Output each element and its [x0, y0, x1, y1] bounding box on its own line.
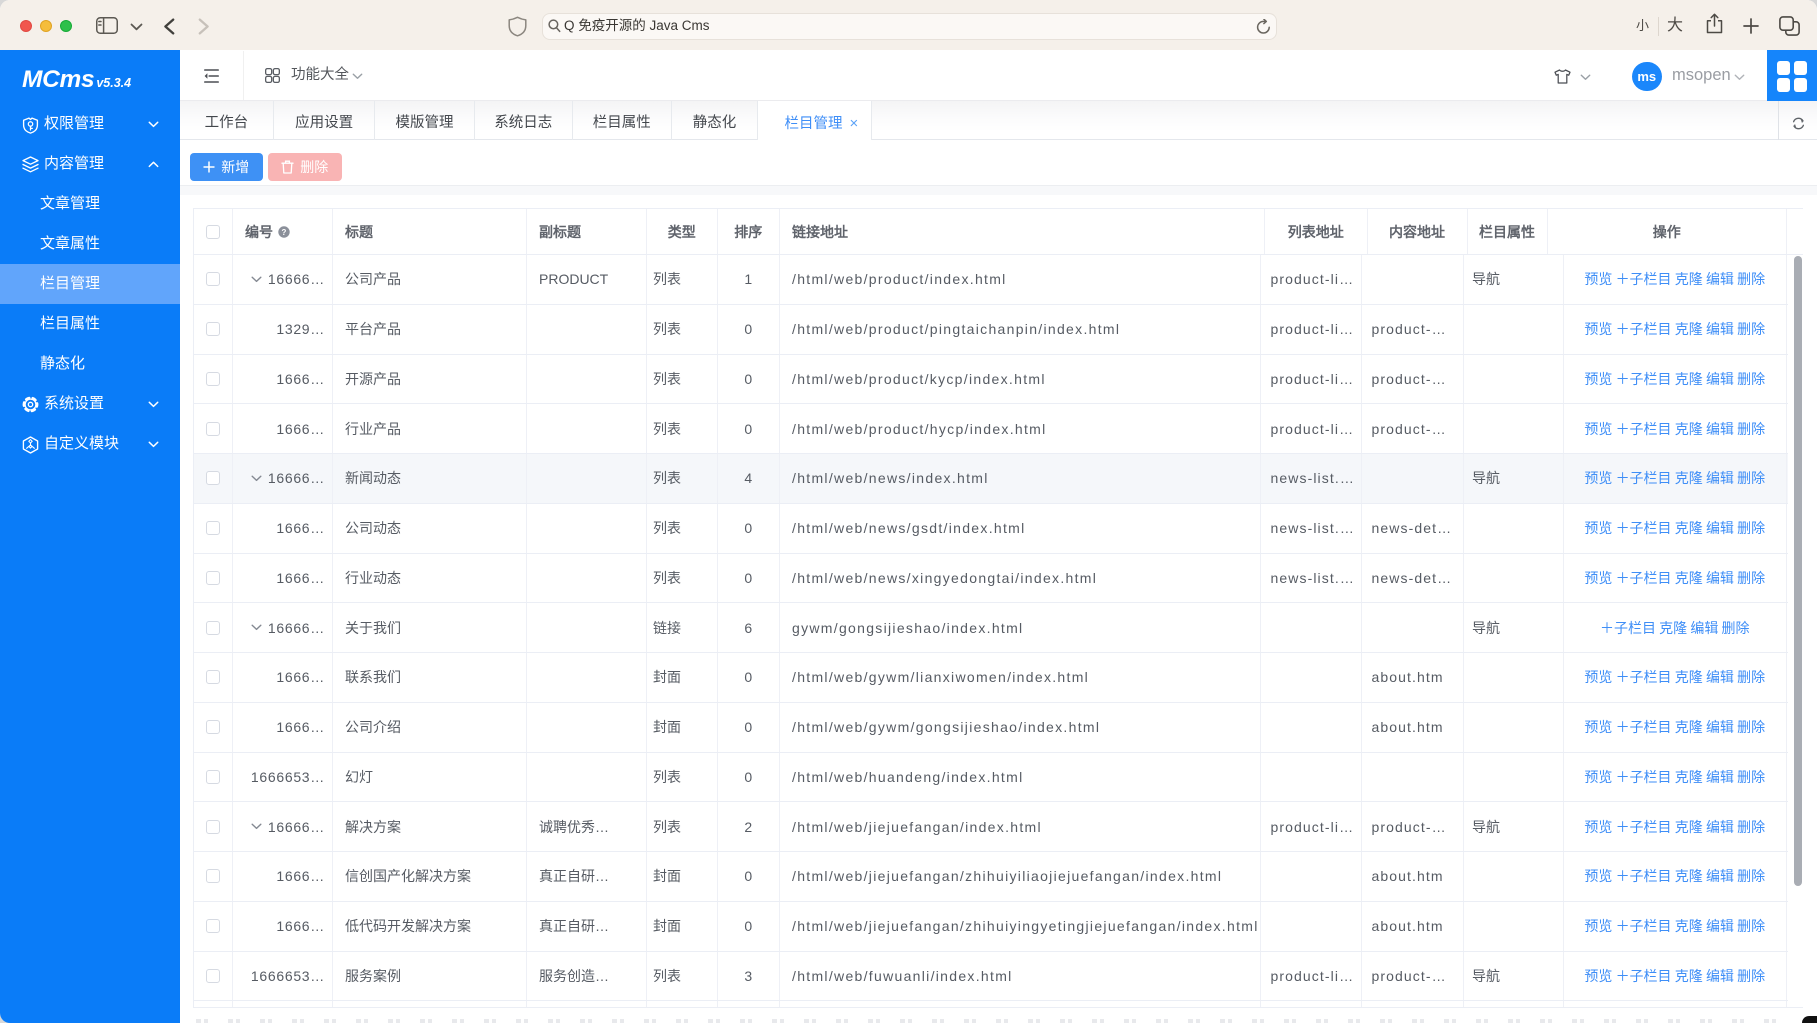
svg-text:?: ? — [282, 228, 287, 237]
